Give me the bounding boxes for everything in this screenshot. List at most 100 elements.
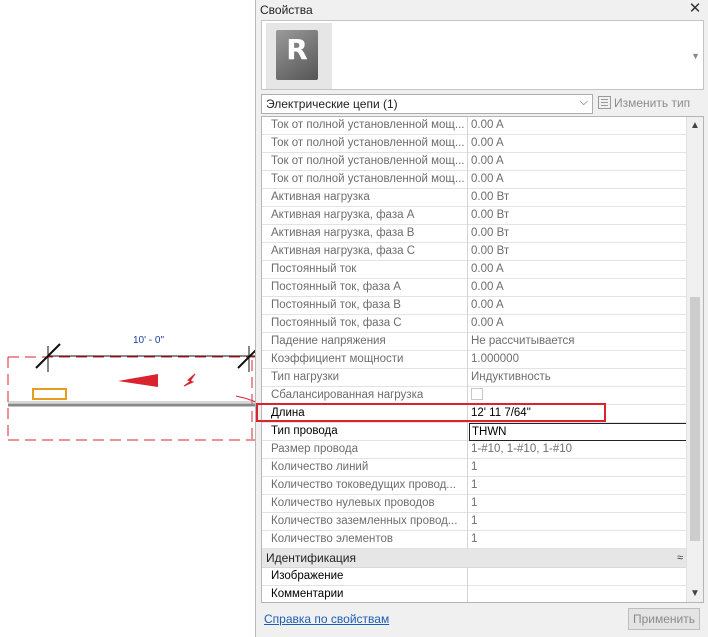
- edit-type-button[interactable]: Изменить тип: [598, 94, 704, 114]
- type-thumbnail: R: [266, 23, 332, 89]
- circuit-direction-arrow-icon: [118, 374, 158, 387]
- edit-type-icon: [598, 96, 611, 109]
- property-value[interactable]: 1: [469, 495, 687, 513]
- property-label: Тип провода: [262, 423, 468, 441]
- property-row[interactable]: Активная нагрузка, фаза B 0.00 Вт: [262, 225, 687, 243]
- property-value[interactable]: 12' 11 7/64": [469, 405, 687, 423]
- property-value[interactable]: 0.00 A: [469, 117, 687, 135]
- property-value[interactable]: [469, 586, 687, 602]
- property-row[interactable]: Падение напряжения Не рассчитывается: [262, 333, 687, 351]
- property-row[interactable]: Тип провода THWN: [262, 423, 687, 441]
- property-row[interactable]: Постоянный ток, фаза B 0.00 A: [262, 297, 687, 315]
- property-value[interactable]: 1: [469, 477, 687, 495]
- property-row[interactable]: Сбалансированная нагрузка: [262, 387, 687, 405]
- revit-logo-icon: R: [286, 33, 308, 66]
- property-value[interactable]: 0.00 Вт: [469, 225, 687, 243]
- property-value[interactable]: 0.00 Вт: [469, 207, 687, 225]
- property-label: Постоянный ток, фаза A: [262, 279, 468, 297]
- property-value[interactable]: THWN: [469, 423, 687, 441]
- property-value[interactable]: 0.00 A: [469, 297, 687, 315]
- property-row[interactable]: Активная нагрузка, фаза A 0.00 Вт: [262, 207, 687, 225]
- property-label: Длина: [262, 405, 468, 423]
- property-row[interactable]: Тип нагрузки Индуктивность: [262, 369, 687, 387]
- group-header-identification[interactable]: Идентификация ≈: [262, 549, 687, 568]
- property-value[interactable]: 0.00 A: [469, 261, 687, 279]
- property-row[interactable]: Количество элементов 1: [262, 531, 687, 549]
- property-label: Количество токоведущих провод...: [262, 477, 468, 495]
- property-row[interactable]: Размер провода 1-#10, 1-#10, 1-#10: [262, 441, 687, 459]
- property-value[interactable]: 1: [469, 459, 687, 477]
- property-row[interactable]: Количество токоведущих провод... 1: [262, 477, 687, 495]
- apply-button[interactable]: Применить: [628, 608, 700, 630]
- edit-type-label: Изменить тип: [614, 96, 691, 110]
- property-row[interactable]: Ток от полной установленной мощ... 0.00 A: [262, 153, 687, 171]
- property-row[interactable]: Ток от полной установленной мощ... 0.00 A: [262, 171, 687, 189]
- property-value[interactable]: Не рассчитывается: [469, 333, 687, 351]
- property-label: Ток от полной установленной мощ...: [262, 117, 468, 135]
- property-row[interactable]: Активная нагрузка 0.00 Вт: [262, 189, 687, 207]
- palette-titlebar[interactable]: Свойства ✕: [256, 0, 708, 20]
- property-value[interactable]: 1: [469, 531, 687, 549]
- property-value[interactable]: 0.00 A: [469, 315, 687, 333]
- property-row[interactable]: Ток от полной установленной мощ... 0.00 A: [262, 117, 687, 135]
- property-row[interactable]: Длина 12' 11 7/64": [262, 405, 687, 423]
- property-row[interactable]: Коэффициент мощности 1.000000: [262, 351, 687, 369]
- property-label: Активная нагрузка, фаза A: [262, 207, 468, 225]
- checkbox[interactable]: [471, 388, 483, 400]
- property-label: Падение напряжения: [262, 333, 468, 351]
- scroll-thumb[interactable]: [690, 297, 700, 541]
- chevron-down-icon: ⌵: [579, 96, 588, 108]
- type-dropdown-arrow-icon[interactable]: ▼: [691, 51, 700, 61]
- property-value[interactable]: 1.000000: [469, 351, 687, 369]
- scroll-down-icon[interactable]: ▼: [690, 588, 700, 599]
- property-rows: Ток от полной установленной мощ... 0.00 A…: [262, 117, 687, 602]
- property-value[interactable]: 1: [469, 513, 687, 531]
- palette-footer: Справка по свойствам Применить: [256, 605, 708, 637]
- property-row[interactable]: Ток от полной установленной мощ... 0.00 A: [262, 135, 687, 153]
- property-value[interactable]: 0.00 A: [469, 135, 687, 153]
- property-label: Коэффициент мощности: [262, 351, 468, 369]
- property-value[interactable]: 0.00 Вт: [469, 243, 687, 261]
- type-selector-preview[interactable]: R ▼: [261, 20, 704, 90]
- property-label: Активная нагрузка, фаза C: [262, 243, 468, 261]
- palette-title: Свойства: [260, 3, 313, 17]
- property-row[interactable]: Постоянный ток 0.00 A: [262, 261, 687, 279]
- collapse-chevron-icon[interactable]: ≈: [677, 549, 683, 568]
- property-label: Комментарии: [262, 586, 468, 602]
- property-row[interactable]: Комментарии: [262, 586, 687, 602]
- dimension-line[interactable]: [35, 343, 259, 372]
- property-row[interactable]: Изображение: [262, 568, 687, 586]
- properties-help-link[interactable]: Справка по свойствам: [264, 612, 389, 626]
- property-row[interactable]: Активная нагрузка, фаза C 0.00 Вт: [262, 243, 687, 261]
- category-filter-select[interactable]: Электрические цепи (1) ⌵: [261, 94, 593, 114]
- drawing-canvas[interactable]: 10' - 0": [0, 0, 259, 637]
- vertical-scrollbar[interactable]: ▲ ▼: [686, 117, 703, 602]
- property-label: Ток от полной установленной мощ...: [262, 153, 468, 171]
- property-value[interactable]: 1-#10, 1-#10, 1-#10: [469, 441, 687, 459]
- property-value[interactable]: 0.00 A: [469, 279, 687, 297]
- scroll-up-icon[interactable]: ▲: [690, 120, 700, 131]
- electrical-device[interactable]: [32, 388, 67, 400]
- property-value[interactable]: 0.00 A: [469, 153, 687, 171]
- property-value[interactable]: 0.00 A: [469, 171, 687, 189]
- property-value[interactable]: Индуктивность: [469, 369, 687, 387]
- balanced-load-checkbox[interactable]: [469, 387, 687, 405]
- property-row[interactable]: Количество заземленных провод... 1: [262, 513, 687, 531]
- property-row[interactable]: Количество нулевых проводов 1: [262, 495, 687, 513]
- property-row[interactable]: Количество линий 1: [262, 459, 687, 477]
- circuit-drawing[interactable]: [0, 0, 259, 637]
- property-label: Сбалансированная нагрузка: [262, 387, 468, 405]
- property-value[interactable]: [469, 568, 687, 586]
- properties-palette: Свойства ✕ R ▼ Электрические цепи (1) ⌵ …: [255, 0, 708, 637]
- property-label: Размер провода: [262, 441, 468, 459]
- property-label: Изображение: [262, 568, 468, 586]
- property-value[interactable]: 0.00 Вт: [469, 189, 687, 207]
- property-row[interactable]: Постоянный ток, фаза A 0.00 A: [262, 279, 687, 297]
- close-icon[interactable]: ✕: [687, 1, 703, 17]
- property-label: Активная нагрузка, фаза B: [262, 225, 468, 243]
- property-label: Постоянный ток, фаза B: [262, 297, 468, 315]
- lightning-icon: [183, 373, 196, 387]
- property-row[interactable]: Постоянный ток, фаза C 0.00 A: [262, 315, 687, 333]
- property-label: Количество заземленных провод...: [262, 513, 468, 531]
- property-label: Постоянный ток: [262, 261, 468, 279]
